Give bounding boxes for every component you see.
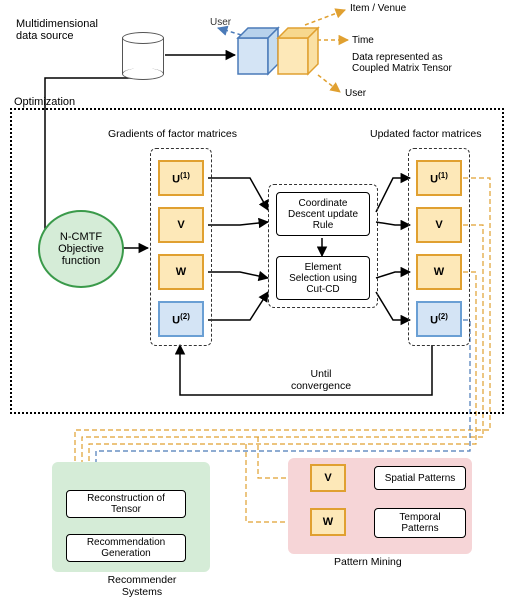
gen-box: Recommendation Generation bbox=[66, 534, 186, 562]
user-dim-label: User bbox=[210, 17, 231, 28]
item-dim-label: Item / Venue bbox=[350, 3, 406, 14]
grad-w: W bbox=[158, 254, 204, 290]
grad-w-label: W bbox=[176, 266, 186, 278]
upd-u2-label: U(2) bbox=[430, 312, 448, 327]
spatial-box: Spatial Patterns bbox=[374, 466, 466, 490]
datasource-cylinder bbox=[122, 32, 166, 82]
coord-descent-box: Coordinate Descent update Rule bbox=[276, 192, 370, 236]
time-dim-label: Time bbox=[352, 35, 374, 46]
user-down-label: User bbox=[345, 88, 366, 99]
upd-u2: U(2) bbox=[416, 301, 462, 337]
pm-v: V bbox=[310, 464, 346, 492]
grad-u1: U(1) bbox=[158, 160, 204, 196]
temporal-box: Temporal Patterns bbox=[374, 508, 466, 538]
until-convergence-label: Until convergence bbox=[276, 368, 366, 392]
element-selection-box: Element Selection using Cut-CD bbox=[276, 256, 370, 300]
pm-w: W bbox=[310, 508, 346, 536]
upd-v-label: V bbox=[435, 219, 442, 231]
grad-u2-label: U(2) bbox=[172, 312, 190, 327]
upd-v: V bbox=[416, 207, 462, 243]
pm-w-label: W bbox=[323, 516, 333, 528]
grad-v: V bbox=[158, 207, 204, 243]
source-label: Multidimensional data source bbox=[16, 18, 126, 42]
objective-circle: N-CMTF Objective function bbox=[38, 210, 124, 288]
tensor-cube-icon bbox=[236, 18, 326, 88]
recsys-title: Recommender Systems bbox=[92, 574, 192, 598]
pm-v-label: V bbox=[324, 472, 331, 484]
pattern-title: Pattern Mining bbox=[334, 556, 402, 568]
grad-u1-label: U(1) bbox=[172, 171, 190, 186]
grad-v-label: V bbox=[177, 219, 184, 231]
upd-u1-label: U(1) bbox=[430, 171, 448, 186]
upd-w-label: W bbox=[434, 266, 444, 278]
updated-title: Updated factor matrices bbox=[370, 128, 481, 140]
optimization-label: Optimization bbox=[14, 96, 75, 108]
upd-w: W bbox=[416, 254, 462, 290]
grad-u2: U(2) bbox=[158, 301, 204, 337]
gradients-title: Gradients of factor matrices bbox=[108, 128, 237, 140]
upd-u1: U(1) bbox=[416, 160, 462, 196]
repr-label: Data represented as Coupled Matrix Tenso… bbox=[352, 52, 502, 74]
recon-box: Reconstruction of Tensor bbox=[66, 490, 186, 518]
